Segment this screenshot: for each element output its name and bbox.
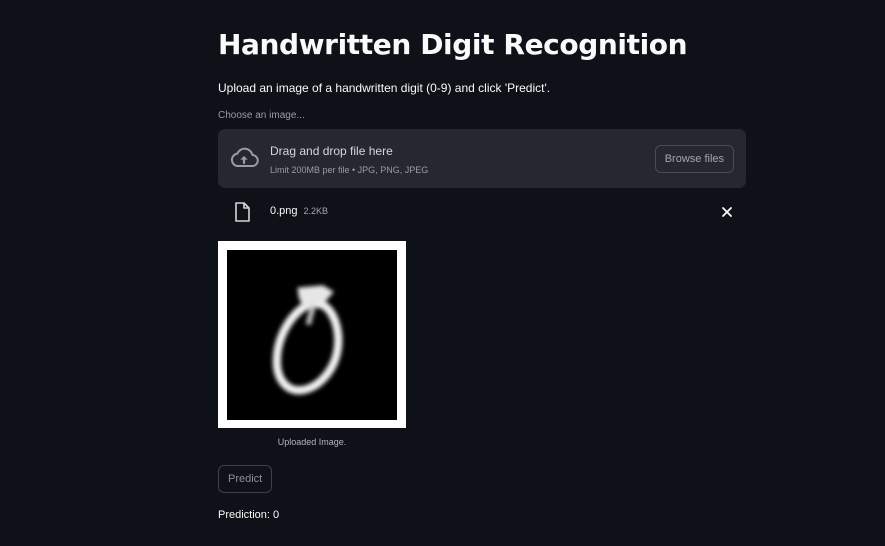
- file-dropzone[interactable]: Drag and drop file here Limit 200MB per …: [218, 129, 746, 188]
- uploaded-file-row: 0.png 2.2KB: [218, 199, 746, 225]
- dropzone-title: Drag and drop file here: [270, 144, 393, 158]
- page-description: Upload an image of a handwritten digit (…: [218, 81, 551, 95]
- page-title: Handwritten Digit Recognition: [218, 28, 688, 61]
- file-icon: [235, 202, 250, 222]
- file-name: 0.png 2.2KB: [270, 204, 328, 218]
- browse-files-button[interactable]: Browse files: [654, 145, 734, 173]
- uploader-label: Choose an image...: [218, 110, 305, 121]
- close-icon[interactable]: [719, 204, 735, 220]
- app-root: Handwritten Digit Recognition Upload an …: [0, 0, 885, 546]
- file-name-text: 0.png: [270, 205, 298, 217]
- dropzone-limit: Limit 200MB per file • JPG, PNG, JPEG: [270, 165, 429, 175]
- dropzone-instructions: Drag and drop file here Limit 200MB per …: [270, 143, 428, 176]
- cloud-upload-icon: [231, 147, 259, 167]
- uploaded-image: [218, 241, 406, 428]
- prediction-result: Prediction: 0: [218, 509, 280, 521]
- file-size: 2.2KB: [303, 206, 329, 216]
- image-caption: Uploaded Image.: [277, 437, 347, 447]
- predict-button[interactable]: Predict: [218, 465, 273, 493]
- digit-image: [227, 250, 397, 420]
